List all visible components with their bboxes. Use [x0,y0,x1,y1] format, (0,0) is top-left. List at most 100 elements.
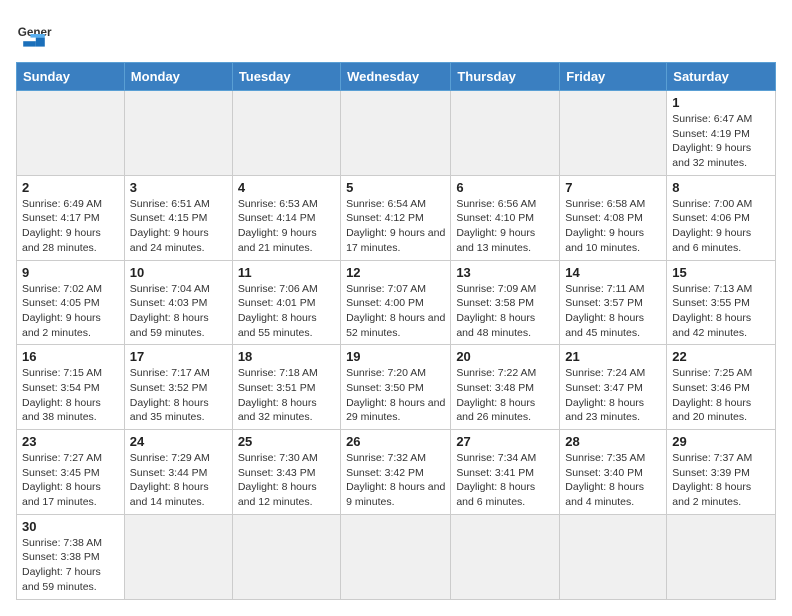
day-info: Sunrise: 7:04 AM Sunset: 4:03 PM Dayligh… [130,282,227,341]
calendar-cell: 12Sunrise: 7:07 AM Sunset: 4:00 PM Dayli… [341,260,451,345]
day-info: Sunrise: 7:37 AM Sunset: 3:39 PM Dayligh… [672,451,770,510]
calendar-cell: 13 Sunrise: 7:09 AM Sunset: 3:58 PM Dayli… [451,260,560,345]
day-info: Sunrise: 6:53 AM Sunset: 4:14 PM Dayligh… [238,197,335,256]
day-number: 19 [346,349,445,364]
day-info: Sunrise: 7:18 AM Sunset: 3:51 PM Dayligh… [238,366,335,425]
day-info: Sunrise: 7:06 AM Sunset: 4:01 PM Dayligh… [238,282,335,341]
day-info: Sunrise: 7:38 AM Sunset: 3:38 PM Dayligh… [22,536,119,595]
day-number: 29 [672,434,770,449]
calendar-cell: 19 Sunrise: 7:20 AM Sunset: 3:50 PM Dayli… [341,345,451,430]
calendar-cell: 16Sunrise: 7:15 AM Sunset: 3:54 PM Dayli… [17,345,125,430]
calendar-cell: 3 Sunrise: 6:51 AM Sunset: 4:15 PM Daylig… [124,175,232,260]
day-info: Sunrise: 6:47 AM Sunset: 4:19 PM Dayligh… [672,112,770,171]
day-number: 7 [565,180,661,195]
day-number: 27 [456,434,554,449]
calendar-cell [124,514,232,599]
day-info: Sunrise: 7:32 AM Sunset: 3:42 PM Dayligh… [346,451,445,510]
day-number: 8 [672,180,770,195]
day-number: 21 [565,349,661,364]
calendar-header-saturday: Saturday [667,63,776,91]
calendar-cell: 28 Sunrise: 7:35 AM Sunset: 3:40 PM Dayli… [560,430,667,515]
calendar-cell: 25 Sunrise: 7:30 AM Sunset: 3:43 PM Dayli… [232,430,340,515]
calendar-cell: 26 Sunrise: 7:32 AM Sunset: 3:42 PM Dayli… [341,430,451,515]
calendar-cell: 27Sunrise: 7:34 AM Sunset: 3:41 PM Dayli… [451,430,560,515]
day-info: Sunrise: 7:27 AM Sunset: 3:45 PM Dayligh… [22,451,119,510]
calendar-cell: 17Sunrise: 7:17 AM Sunset: 3:52 PM Dayli… [124,345,232,430]
calendar-cell: 15 Sunrise: 7:13 AM Sunset: 3:55 PM Dayli… [667,260,776,345]
calendar-cell: 10 Sunrise: 7:04 AM Sunset: 4:03 PM Dayli… [124,260,232,345]
day-info: Sunrise: 7:30 AM Sunset: 3:43 PM Dayligh… [238,451,335,510]
calendar-header-monday: Monday [124,63,232,91]
day-info: Sunrise: 7:17 AM Sunset: 3:52 PM Dayligh… [130,366,227,425]
calendar-week-row: 1 Sunrise: 6:47 AM Sunset: 4:19 PM Daylig… [17,91,776,176]
calendar-cell: 6 Sunrise: 6:56 AM Sunset: 4:10 PM Daylig… [451,175,560,260]
day-info: Sunrise: 7:09 AM Sunset: 3:58 PM Dayligh… [456,282,554,341]
calendar-cell: 29 Sunrise: 7:37 AM Sunset: 3:39 PM Dayli… [667,430,776,515]
calendar-week-row: 16Sunrise: 7:15 AM Sunset: 3:54 PM Dayli… [17,345,776,430]
calendar-cell: 2 Sunrise: 6:49 AM Sunset: 4:17 PM Daylig… [17,175,125,260]
header: General [16,16,776,52]
day-number: 24 [130,434,227,449]
calendar-cell: 23 Sunrise: 7:27 AM Sunset: 3:45 PM Dayli… [17,430,125,515]
day-info: Sunrise: 7:13 AM Sunset: 3:55 PM Dayligh… [672,282,770,341]
day-info: Sunrise: 7:29 AM Sunset: 3:44 PM Dayligh… [130,451,227,510]
day-number: 5 [346,180,445,195]
day-info: Sunrise: 7:24 AM Sunset: 3:47 PM Dayligh… [565,366,661,425]
day-number: 10 [130,265,227,280]
calendar-cell [232,514,340,599]
day-number: 1 [672,95,770,110]
calendar-cell: 21 Sunrise: 7:24 AM Sunset: 3:47 PM Dayli… [560,345,667,430]
day-number: 22 [672,349,770,364]
calendar-cell: 24 Sunrise: 7:29 AM Sunset: 3:44 PM Dayli… [124,430,232,515]
day-info: Sunrise: 7:15 AM Sunset: 3:54 PM Dayligh… [22,366,119,425]
day-number: 6 [456,180,554,195]
calendar-header-friday: Friday [560,63,667,91]
day-number: 9 [22,265,119,280]
generalblue-logo-icon: General [16,16,52,52]
calendar-header-row: SundayMondayTuesdayWednesdayThursdayFrid… [17,63,776,91]
calendar-cell: 11 Sunrise: 7:06 AM Sunset: 4:01 PM Dayli… [232,260,340,345]
day-number: 28 [565,434,661,449]
day-info: Sunrise: 7:11 AM Sunset: 3:57 PM Dayligh… [565,282,661,341]
day-number: 30 [22,519,119,534]
day-info: Sunrise: 7:25 AM Sunset: 3:46 PM Dayligh… [672,366,770,425]
day-number: 4 [238,180,335,195]
calendar-header-tuesday: Tuesday [232,63,340,91]
day-info: Sunrise: 7:20 AM Sunset: 3:50 PM Dayligh… [346,366,445,425]
day-info: Sunrise: 6:54 AM Sunset: 4:12 PM Dayligh… [346,197,445,256]
calendar-header-sunday: Sunday [17,63,125,91]
day-number: 3 [130,180,227,195]
day-info: Sunrise: 7:22 AM Sunset: 3:48 PM Dayligh… [456,366,554,425]
day-number: 23 [22,434,119,449]
day-number: 11 [238,265,335,280]
day-number: 2 [22,180,119,195]
day-number: 26 [346,434,445,449]
calendar-cell [667,514,776,599]
calendar-cell: 22 Sunrise: 7:25 AM Sunset: 3:46 PM Dayli… [667,345,776,430]
calendar-header-thursday: Thursday [451,63,560,91]
day-info: Sunrise: 6:58 AM Sunset: 4:08 PM Dayligh… [565,197,661,256]
calendar-cell [451,514,560,599]
day-info: Sunrise: 7:02 AM Sunset: 4:05 PM Dayligh… [22,282,119,341]
calendar-cell: 1 Sunrise: 6:47 AM Sunset: 4:19 PM Daylig… [667,91,776,176]
day-number: 25 [238,434,335,449]
calendar-table: SundayMondayTuesdayWednesdayThursdayFrid… [16,62,776,600]
day-number: 13 [456,265,554,280]
calendar-cell [341,514,451,599]
logo: General [16,16,58,52]
calendar-cell: 8Sunrise: 7:00 AM Sunset: 4:06 PM Daylig… [667,175,776,260]
calendar-week-row: 30 Sunrise: 7:38 AM Sunset: 3:38 PM Dayli… [17,514,776,599]
day-info: Sunrise: 6:56 AM Sunset: 4:10 PM Dayligh… [456,197,554,256]
calendar-week-row: 9 Sunrise: 7:02 AM Sunset: 4:05 PM Daylig… [17,260,776,345]
day-number: 20 [456,349,554,364]
day-info: Sunrise: 6:49 AM Sunset: 4:17 PM Dayligh… [22,197,119,256]
calendar-cell [341,91,451,176]
calendar-cell: 5 Sunrise: 6:54 AM Sunset: 4:12 PM Daylig… [341,175,451,260]
day-info: Sunrise: 6:51 AM Sunset: 4:15 PM Dayligh… [130,197,227,256]
day-info: Sunrise: 7:35 AM Sunset: 3:40 PM Dayligh… [565,451,661,510]
calendar-cell: 20 Sunrise: 7:22 AM Sunset: 3:48 PM Dayli… [451,345,560,430]
day-number: 12 [346,265,445,280]
day-number: 15 [672,265,770,280]
calendar-cell: 9 Sunrise: 7:02 AM Sunset: 4:05 PM Daylig… [17,260,125,345]
calendar-cell [451,91,560,176]
